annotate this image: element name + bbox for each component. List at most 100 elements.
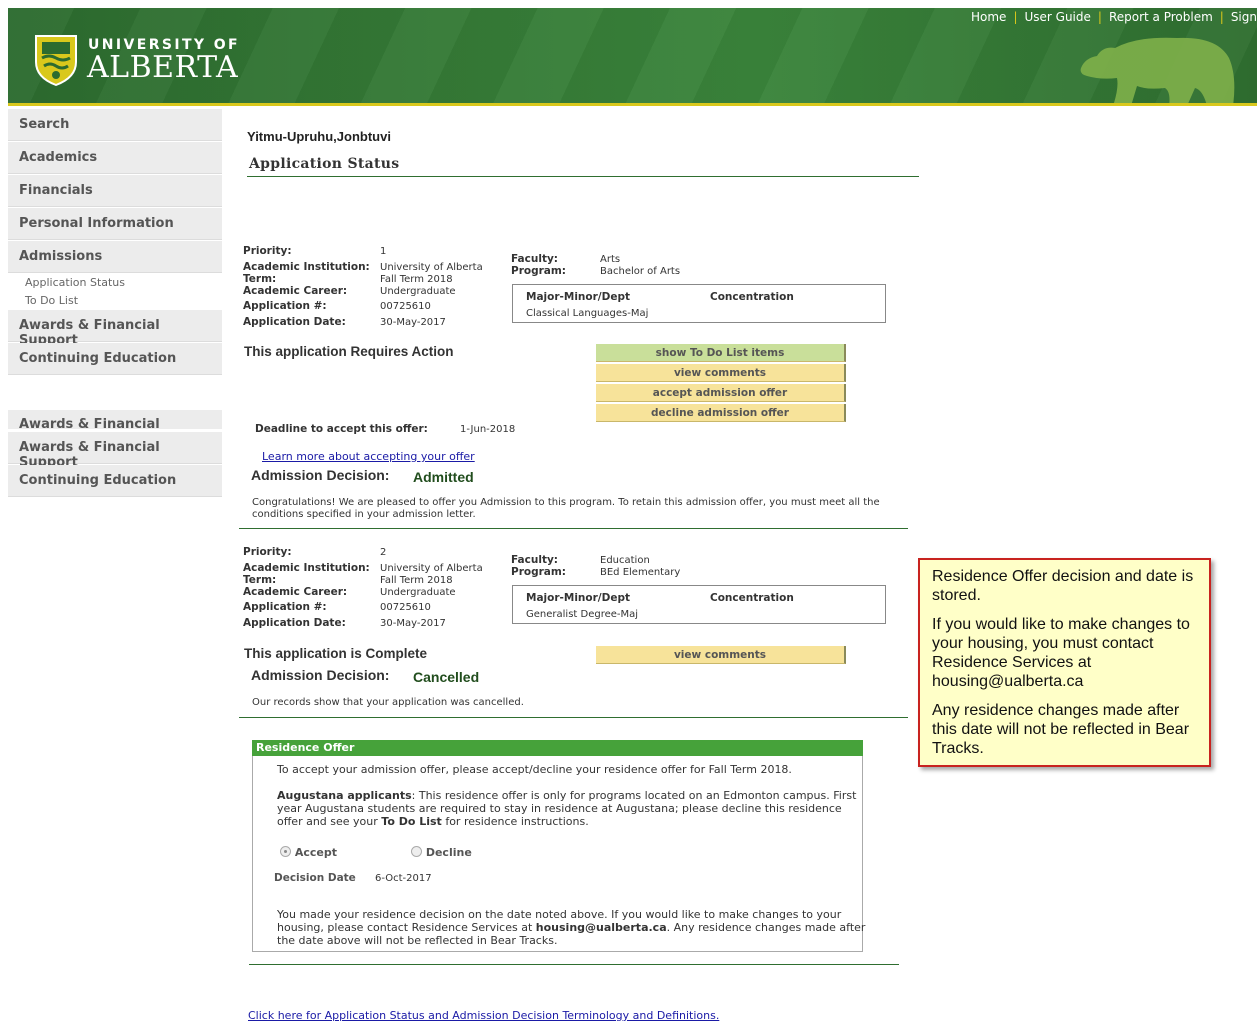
app-num-value-2: 00725610 [380, 602, 431, 613]
term-value-2: Fall Term 2018 [380, 575, 453, 586]
decision-value: Admitted [413, 469, 474, 485]
nav-awards-financial-support[interactable]: Awards & Financial Support [8, 310, 222, 348]
residence-offer-box: To accept your admission offer, please a… [252, 756, 866, 952]
decline-offer-button[interactable]: decline admission offer [596, 404, 846, 422]
nav-continuing-education[interactable]: Continuing Education [8, 343, 222, 375]
program-value-2: BEd Elementary [600, 567, 681, 578]
callout-p2: If you would like to make changes to you… [932, 616, 1190, 690]
program-label-2: Program: [511, 566, 567, 578]
major-value: Classical Languages-Maj [526, 308, 649, 319]
nav-admissions[interactable]: Admissions [8, 241, 222, 273]
decline-radio-icon[interactable] [411, 846, 422, 857]
nav-awards-financial-support-2[interactable]: Awards & Financial Support [8, 432, 222, 470]
app-date-value-2: 30-May-2017 [380, 618, 446, 629]
app-num-label: Application #: [243, 300, 327, 312]
concentration-header-2: Concentration [710, 592, 794, 604]
app2-status: This application is Complete [244, 646, 428, 661]
augustana-line2: year Augustana students are required to … [277, 802, 842, 815]
app1-message-line1: Congratulations! We are pleased to offer… [252, 497, 880, 508]
deadline-value: 1-Jun-2018 [460, 424, 516, 435]
learn-more-link[interactable]: Learn more about accepting your offer [262, 450, 475, 463]
site-header: UNIVERSITY OF ALBERTA Home | User Guide | Re… [8, 8, 1257, 106]
institution-label-2: Academic Institution: [243, 562, 370, 574]
deadline-label: Deadline to accept this offer: [255, 423, 428, 435]
top-links: Home | User Guide | Report a Problem | Sign [971, 10, 1257, 24]
career-label-2: Academic Career: [243, 586, 348, 598]
faculty-label: Faculty: [511, 253, 559, 265]
career-value: Undergraduate [380, 286, 456, 297]
callout-p1: Residence Offer decision and date is sto… [932, 568, 1194, 604]
concentration-header: Concentration [710, 291, 794, 303]
augustana-line1: Augustana applicants: This residence off… [277, 789, 857, 802]
decision-date-value: 6-Oct-2017 [375, 873, 432, 884]
program-value: Bachelor of Arts [600, 266, 681, 277]
major-value-2: Generalist Degree-Maj [526, 609, 639, 620]
logo-main-text: ALBERTA [87, 50, 239, 85]
career-label: Academic Career: [243, 285, 348, 297]
career-value-2: Undergraduate [380, 587, 456, 598]
major-header: Major-Minor/Dept [526, 291, 631, 303]
title-divider [247, 176, 919, 177]
nav-financials[interactable]: Financials [8, 175, 222, 207]
term-label: Term: [243, 273, 277, 285]
nav-continuing-education-2[interactable]: Continuing Education [8, 465, 222, 497]
home-link[interactable]: Home [971, 10, 1006, 24]
accept-offer-button[interactable]: accept admission offer [596, 384, 846, 402]
page-title: Application Status [249, 156, 400, 172]
nav-application-status[interactable]: Application Status [25, 276, 125, 289]
callout-p3: Any residence changes made after this da… [932, 702, 1190, 757]
app-date-label: Application Date: [243, 316, 346, 328]
priority-label-2: Priority: [243, 546, 292, 558]
app1-status: This application Requires Action [244, 344, 454, 359]
view-comments-button[interactable]: view comments [596, 364, 846, 382]
institution-value-2: University of Alberta [380, 563, 483, 574]
institution-value: University of Alberta [380, 262, 483, 273]
priority-value: 1 [380, 246, 387, 257]
accept-radio-icon[interactable] [280, 846, 291, 857]
show-todo-button[interactable]: show To Do List items [596, 344, 846, 362]
decision-date-label: Decision Date [274, 872, 356, 884]
view-comments-button-2[interactable]: view comments [596, 646, 846, 664]
nav-personal-information[interactable]: Personal Information [8, 208, 222, 240]
university-crest-icon [35, 35, 77, 86]
decision-label: Admission Decision: [251, 467, 390, 483]
sign-out-link[interactable]: Sign [1231, 10, 1257, 24]
term-label-2: Term: [243, 574, 277, 586]
nav-ghost-item: Awards & Financial Support [8, 410, 222, 429]
priority-label: Priority: [243, 245, 292, 257]
student-name: Yitmu-Upruhu,Jonbtuvi [247, 129, 391, 144]
bear-icon [1080, 37, 1235, 103]
app-num-label-2: Application #: [243, 601, 327, 613]
nav-search[interactable]: Search [8, 109, 222, 141]
residence-divider [249, 964, 899, 965]
faculty-label-2: Faculty: [511, 554, 559, 566]
accept-radio[interactable]: Accept [280, 846, 337, 859]
decision-label-2: Admission Decision: [251, 667, 390, 683]
nav-academics[interactable]: Academics [8, 142, 222, 174]
decision-value-2: Cancelled [413, 669, 480, 685]
major-header-2: Major-Minor/Dept [526, 592, 631, 604]
program-label: Program: [511, 265, 567, 277]
term-value: Fall Term 2018 [380, 274, 453, 285]
app2-divider [239, 717, 908, 718]
augustana-line3: offer and see your To Do List for reside… [277, 815, 589, 828]
terminology-link[interactable]: Click here for Application Status and Ad… [248, 1009, 719, 1022]
institution-label: Academic Institution: [243, 261, 370, 273]
app2-message: Our records show that your application w… [252, 697, 524, 708]
report-problem-link[interactable]: Report a Problem [1109, 10, 1213, 24]
priority-value-2: 2 [380, 547, 387, 558]
app-date-label-2: Application Date: [243, 617, 346, 629]
residence-offer-header: Residence Offer [252, 740, 863, 756]
residence-intro: To accept your admission offer, please a… [277, 763, 792, 776]
nav-to-do-list[interactable]: To Do List [25, 294, 78, 307]
faculty-value: Arts [600, 254, 621, 265]
user-guide-link[interactable]: User Guide [1024, 10, 1090, 24]
decline-radio[interactable]: Decline [411, 846, 472, 859]
major-box-2: Major-Minor/Dept Concentration Generalis… [512, 585, 886, 624]
residence-note-line2: housing, please contact Residence Servic… [277, 921, 866, 934]
annotation-callout: Residence Offer decision and date is sto… [918, 558, 1211, 767]
app-num-value: 00725610 [380, 301, 431, 312]
residence-note-line1: You made your residence decision on the … [277, 908, 842, 921]
app-date-value: 30-May-2017 [380, 317, 446, 328]
residence-note-line3: the date above will not be reflected in … [277, 934, 558, 947]
